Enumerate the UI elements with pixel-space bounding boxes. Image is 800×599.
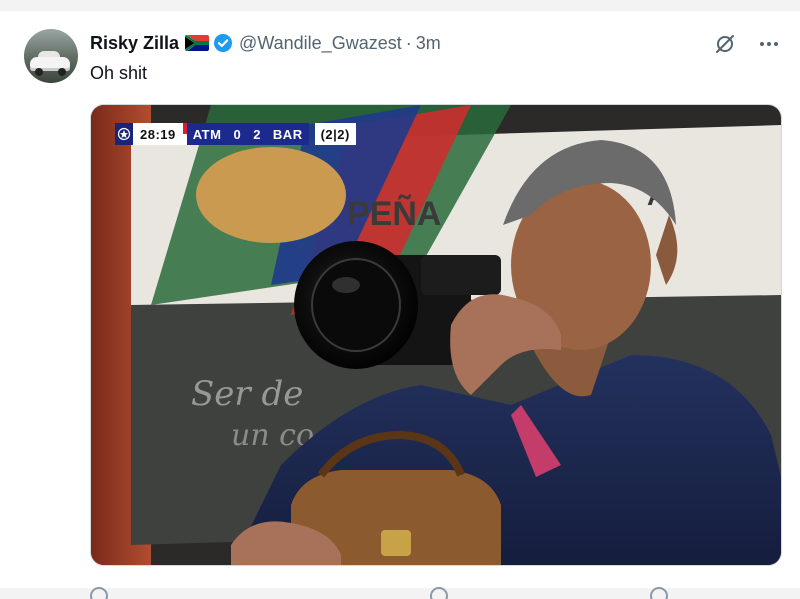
avatar-wheel — [35, 68, 43, 76]
display-name[interactable]: Risky Zilla — [90, 33, 179, 54]
avatar-wheel — [58, 68, 66, 76]
home-score: 0 — [233, 126, 242, 142]
post-timestamp[interactable]: 3m — [416, 33, 441, 54]
south-africa-flag-icon — [185, 35, 210, 51]
match-clock: 28:19 — [133, 123, 183, 145]
aggregate-score: (2|2) — [314, 123, 356, 145]
away-score: 2 — [253, 126, 261, 142]
home-team: ATM — [192, 126, 222, 142]
tweet-post[interactable]: Risky Zilla @Wandile_Gwazest · 3m Oh shi… — [0, 10, 800, 599]
away-team: BAR — [272, 126, 303, 142]
champions-league-icon — [115, 123, 133, 145]
scorebug: 28:19 ATM 0 2 BAR (2|2) — [115, 123, 356, 145]
avatar[interactable] — [24, 29, 78, 83]
reply-icon[interactable] — [90, 587, 108, 599]
tweet-text: Oh shit — [90, 63, 148, 83]
svg-text:PEÑA: PEÑA — [347, 195, 441, 233]
post-header: Risky Zilla @Wandile_Gwazest · 3m — [90, 31, 441, 55]
score-panel: ATM 0 2 BAR — [186, 123, 309, 145]
photo-content: PEÑA A Ser de un co — [91, 105, 781, 565]
action-bar — [90, 581, 770, 599]
post-actions-top — [712, 31, 782, 57]
like-icon[interactable] — [430, 587, 448, 599]
share-icon[interactable] — [650, 587, 668, 599]
tweet-media-image[interactable]: PEÑA A Ser de un co — [90, 104, 782, 566]
svg-text:Ser de: Ser de — [191, 374, 303, 414]
user-handle[interactable]: @Wandile_Gwazest — [239, 33, 402, 54]
more-icon[interactable] — [756, 31, 782, 57]
verified-badge-icon — [213, 33, 233, 53]
separator-dot: · — [405, 32, 412, 53]
grok-icon[interactable] — [712, 31, 738, 57]
